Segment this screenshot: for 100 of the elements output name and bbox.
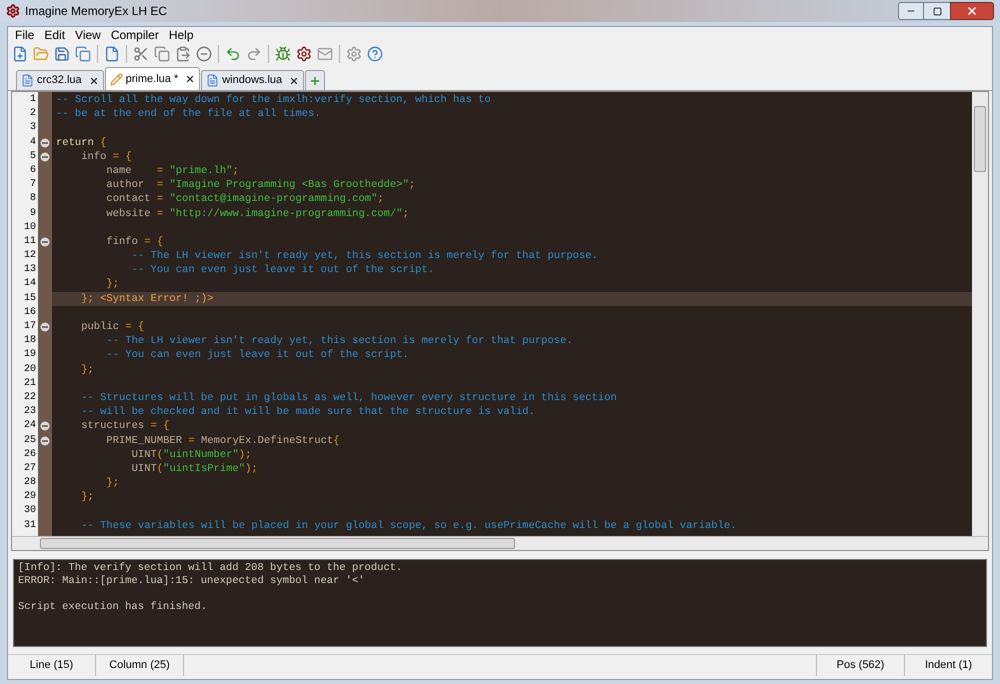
horizontal-scrollbar[interactable] xyxy=(12,536,988,550)
code-token: structures xyxy=(80,419,146,434)
gear-icon xyxy=(296,46,312,62)
new-tab-button[interactable] xyxy=(305,70,326,90)
line-number: 16 xyxy=(22,306,37,320)
window-title: Imagine MemoryEx LH EC xyxy=(25,3,168,20)
code-token: ); xyxy=(238,448,252,462)
tab[interactable]: crc32.lua xyxy=(16,70,104,90)
code-token: ; xyxy=(232,164,239,178)
line-number: 13 xyxy=(22,263,37,278)
paste-icon xyxy=(175,46,191,62)
line-number: 4 xyxy=(28,136,37,150)
help-button[interactable] xyxy=(365,44,385,64)
code-token: info xyxy=(80,150,106,164)
fold-minus-icon[interactable] xyxy=(40,436,50,446)
line-number: 31 xyxy=(22,518,37,533)
code-token: = xyxy=(156,206,164,221)
line-number: 21 xyxy=(22,376,37,391)
tab[interactable]: windows.lua xyxy=(201,70,304,90)
line-number: 20 xyxy=(22,362,37,377)
maximize-icon xyxy=(932,6,942,16)
tab[interactable]: prime.lua * xyxy=(104,67,200,90)
line-number: 5 xyxy=(28,150,37,164)
minus-circle-button[interactable] xyxy=(194,44,214,64)
code-token: MemoryEx.DefineStruct xyxy=(200,434,334,448)
menu-item[interactable]: File xyxy=(10,26,40,44)
close-icon xyxy=(966,5,978,17)
line-number: 17 xyxy=(22,320,37,334)
code-token: -- These variables will be placed in your global scope, so e.g. usePrimeCache will be a global variable. xyxy=(80,518,737,533)
fold-minus-icon[interactable] xyxy=(40,236,50,247)
close-icon[interactable] xyxy=(185,74,196,84)
redo-icon xyxy=(246,46,262,62)
save-all-icon xyxy=(75,46,91,62)
code-token: <Syntax Error! ;)> xyxy=(100,292,214,306)
code-token: ; xyxy=(402,206,409,221)
line-number: 1 xyxy=(28,93,37,107)
app-gear-icon xyxy=(6,4,20,18)
status-field: Pos (562) xyxy=(816,655,904,676)
plus-icon xyxy=(309,74,322,86)
close-button[interactable] xyxy=(950,2,994,20)
menu-item[interactable]: View xyxy=(70,26,106,44)
line-number: 2 xyxy=(28,107,37,122)
save-icon xyxy=(54,46,70,62)
close-icon[interactable] xyxy=(88,76,99,86)
undo-icon xyxy=(225,46,241,62)
fold-minus-icon[interactable] xyxy=(40,421,50,432)
fold-minus-icon[interactable] xyxy=(40,322,50,332)
line-number: 23 xyxy=(22,405,37,420)
code-token: -- be at the end of the file at all times. xyxy=(56,107,321,122)
code-token: finfo xyxy=(105,234,139,250)
line-number: 27 xyxy=(22,462,37,476)
line-number: 6 xyxy=(28,164,37,178)
code-token: author xyxy=(105,178,146,192)
code-token: }; xyxy=(80,292,95,306)
line-number: 26 xyxy=(22,448,37,462)
code-token: = xyxy=(156,192,164,206)
line-number: 19 xyxy=(22,348,37,362)
close-icon[interactable] xyxy=(289,76,300,86)
line-number: 18 xyxy=(22,334,37,348)
fold-minus-icon[interactable] xyxy=(40,152,50,162)
minus-circle-icon xyxy=(196,46,212,62)
maximize-button[interactable] xyxy=(924,2,950,20)
menu-item[interactable]: Help xyxy=(164,26,199,44)
copy-icon xyxy=(154,46,170,62)
code-token: -- The LH viewer isn't ready yet, this section is merely for that purpose. xyxy=(130,249,598,264)
line-number: 28 xyxy=(22,476,37,490)
line-number: 3 xyxy=(28,121,37,136)
status-field: Indent (1) xyxy=(904,655,992,676)
line-number: 14 xyxy=(22,277,37,292)
status-field: Column (25) xyxy=(96,655,184,676)
menu-item[interactable]: Edit xyxy=(39,26,70,44)
code-token: public xyxy=(80,320,120,334)
menu-item[interactable]: Compiler xyxy=(106,26,164,44)
document-icon xyxy=(104,46,120,62)
code-token: UINT xyxy=(130,462,157,476)
code-token: "contact@imagine-programming.com" xyxy=(169,192,378,206)
tab-label: windows.lua xyxy=(222,73,282,88)
code-token: = xyxy=(156,164,164,178)
code-token: "uintNumber" xyxy=(163,448,239,462)
code-token: ); xyxy=(245,462,258,476)
fold-minus-icon[interactable] xyxy=(40,138,50,148)
code-token: ( xyxy=(156,448,164,462)
vertical-scrollbar[interactable] xyxy=(972,92,988,536)
settings-icon xyxy=(346,46,362,62)
code-token: }; xyxy=(80,490,94,504)
copy-button[interactable] xyxy=(152,44,172,64)
status-field: Line (15) xyxy=(8,655,96,676)
code-token: = { xyxy=(125,320,144,334)
help-icon xyxy=(367,46,383,62)
code-token: -- Scroll all the way down for the imxlh:verify section, which has to xyxy=(56,93,491,108)
code-token: }; xyxy=(105,476,120,490)
code-token: website xyxy=(105,206,152,221)
save-all-button[interactable] xyxy=(73,44,93,64)
code-token: = { xyxy=(112,150,132,164)
line-number: 30 xyxy=(22,504,37,518)
code-token: "uintIsPrime" xyxy=(163,462,246,476)
code-token: = { xyxy=(144,234,164,250)
line-number: 7 xyxy=(28,178,37,192)
code-token: = { xyxy=(150,419,170,434)
code-token: -- The LH viewer isn't ready yet, this section is merely for that purpose. xyxy=(105,334,573,348)
